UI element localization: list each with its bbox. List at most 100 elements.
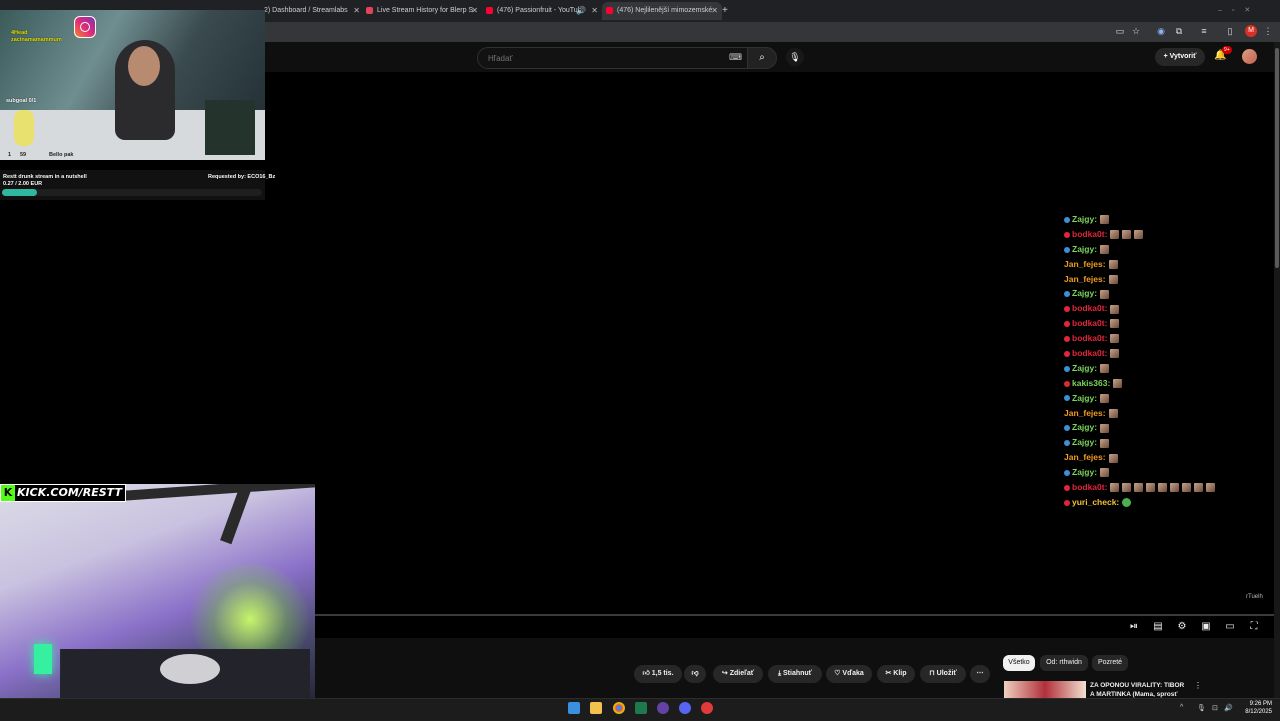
chat-emote-icon (1100, 215, 1110, 225)
tab-title: 2) Dashboard / Streamlabs (264, 7, 348, 14)
discord-icon[interactable] (679, 702, 691, 714)
keyboard-icon[interactable]: ⌨ (729, 52, 742, 63)
microphone-icon: 🎙 (789, 52, 801, 62)
media-icon[interactable]: ≡ (1198, 25, 1210, 37)
autoplay-toggle[interactable]: ⏯ (1126, 621, 1142, 633)
chat-badge-icon (1064, 231, 1070, 238)
dislike-button[interactable]: 👎︎ (684, 665, 706, 683)
chat-username: Zajgy: (1072, 288, 1098, 299)
chat-username: Zajgy: (1072, 437, 1098, 448)
system-clock[interactable]: 9:26 PM 8/12/2025 (1236, 700, 1272, 716)
chat-message: Jan_fejes: (1064, 406, 1264, 421)
speaker-icon[interactable]: 🔊 (576, 2, 586, 20)
tab-close-icon[interactable]: ✕ (353, 2, 360, 20)
bookmark-star-icon[interactable]: ☆ (1130, 25, 1142, 37)
fullscreen-icon[interactable]: ⛶ (1247, 621, 1261, 633)
like-button[interactable]: 👍︎ 1,5 tis. (634, 665, 682, 683)
chat-message: bodka0t: (1064, 301, 1264, 316)
chip-from-channel[interactable]: Od: rthwidn (1040, 655, 1088, 671)
voice-search-button[interactable]: 🎙 (786, 48, 804, 66)
volume-icon[interactable]: 🔊 (1224, 704, 1233, 712)
kick-url: KICK.COM/RESTT (17, 486, 122, 499)
chat-emote-icon (1100, 245, 1110, 255)
tab-close-icon[interactable]: ✕ (711, 2, 718, 20)
extension-icon[interactable]: ◉ (1155, 25, 1167, 37)
settings-gear-icon[interactable]: ⚙ (1175, 621, 1189, 633)
chrome-icon[interactable] (613, 702, 625, 714)
tab-blerp[interactable]: Live Stream History for Blerp S ✕ (366, 2, 478, 20)
chat-emote-icon (1206, 483, 1216, 493)
puzzle-icon[interactable]: ⧉ (1173, 25, 1185, 37)
like-count: 1,5 tis. (651, 670, 674, 677)
cam-caption: 59 (20, 152, 27, 158)
thanks-button[interactable]: ♡ Vďaka (826, 665, 872, 683)
streamer-head (128, 46, 160, 86)
create-button[interactable]: + Vytvoriť (1155, 48, 1205, 66)
donation-requested: Requested by: ECO16_Bz (208, 174, 276, 180)
profile-avatar[interactable]: M (1245, 25, 1257, 37)
youtube-favicon-icon (486, 6, 493, 14)
chat-badge-icon (1064, 306, 1070, 313)
save-button[interactable]: ⊓ Uložiť (920, 665, 966, 683)
chip-all[interactable]: Všetko (1003, 655, 1035, 671)
account-avatar[interactable] (1242, 49, 1257, 64)
chat-message: kakis363: (1064, 376, 1264, 391)
chat-emote-icon (1122, 498, 1132, 508)
chat-username: Jan_fejes: (1064, 452, 1106, 463)
tab-close-icon[interactable]: ✕ (591, 2, 598, 20)
chat-username: Zajgy: (1072, 243, 1098, 254)
kick-k-icon: K (1, 485, 15, 501)
miniplayer-icon[interactable]: ▣ (1199, 621, 1213, 633)
chat-username: Zajgy: (1072, 392, 1098, 403)
search-button[interactable]: ⌕ (747, 47, 777, 69)
chat-username: Jan_fejes: (1064, 273, 1106, 284)
subtitles-icon[interactable]: ▤ (1151, 621, 1165, 633)
recommended-video-thumbnail[interactable] (1004, 681, 1086, 698)
tab-title: (476) Passionfruit - YouTub (497, 7, 582, 14)
new-tab-button[interactable]: + (722, 2, 732, 20)
chat-username: Jan_fejes: (1064, 407, 1106, 418)
tab-title: (476) Nejlilenější mimozemské (617, 7, 713, 14)
chat-emote-icon (1170, 483, 1180, 493)
share-button[interactable]: ↪ Zdieľať (713, 665, 763, 683)
network-icon[interactable]: ⊡ (1212, 704, 1220, 712)
tab-passionfruit[interactable]: (476) Passionfruit - YouTub 🔊 ✕ (486, 2, 598, 20)
microphone-tray-icon[interactable]: 🎙 (1197, 704, 1206, 712)
chat-emote-icon (1110, 304, 1120, 314)
chat-badge-icon (1064, 350, 1070, 357)
chat-message: Zajgy: (1064, 435, 1264, 450)
cast-icon[interactable]: ▭ (1114, 25, 1126, 37)
start-icon[interactable] (568, 702, 580, 714)
chat-emote-icon (1100, 364, 1110, 374)
clip-button[interactable]: ✂ Klip (877, 665, 915, 683)
obs-icon[interactable] (701, 702, 713, 714)
chat-badge-icon (1064, 395, 1070, 402)
tab-active-video[interactable]: (476) Nejlilenější mimozemské ✕ (602, 2, 722, 20)
chat-message: Zajgy: (1064, 212, 1264, 227)
sidepanel-icon[interactable]: ▯ (1224, 25, 1236, 37)
download-button[interactable]: ⤓ Stiahnuť (768, 665, 822, 683)
scrollbar-thumb[interactable] (1275, 48, 1279, 268)
theater-mode-icon[interactable]: ▭ (1223, 621, 1237, 633)
donation-title: Restt drunk stream in a nutshell (3, 174, 87, 180)
tab-streamlabs[interactable]: 2) Dashboard / Streamlabs ✕ (264, 2, 360, 20)
browser-menu-icon[interactable]: ⋮ (1262, 25, 1274, 37)
chat-emote-icon (1182, 483, 1192, 493)
donation-progress-track (2, 189, 262, 196)
more-actions-button[interactable]: ⋯ (970, 665, 990, 683)
video-progress-bar[interactable] (314, 614, 1274, 616)
chip-watched[interactable]: Pozreté (1092, 655, 1128, 671)
twitch-icon[interactable] (657, 702, 669, 714)
window-controls[interactable]: –▫✕ (1218, 2, 1278, 20)
chat-emote-icon (1158, 483, 1168, 493)
chat-badge-icon (1064, 216, 1070, 223)
search-input[interactable] (486, 53, 720, 64)
chat-message: Zajgy: (1064, 391, 1264, 406)
tab-close-icon[interactable]: ✕ (471, 2, 478, 20)
file-explorer-icon[interactable] (590, 702, 602, 714)
search-box: ⌨ (477, 47, 749, 69)
terminal-icon[interactable] (635, 702, 647, 714)
recommendation-menu-icon[interactable]: ⋮ (1194, 681, 1202, 690)
chat-username: Zajgy: (1072, 362, 1098, 373)
tray-chevron-icon[interactable]: ^ (1180, 704, 1188, 712)
